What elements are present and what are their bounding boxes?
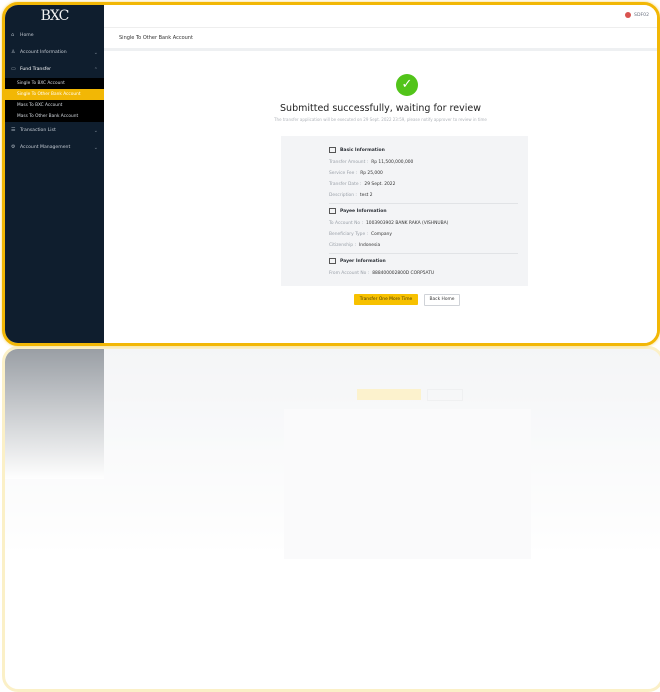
app-window: BXC ⌂ Home ♙ Account Information ⌄ ▭ Fun…	[2, 2, 660, 346]
user-menu[interactable]: SDF02	[625, 12, 649, 18]
page-title: Single To Other Bank Account	[119, 35, 193, 41]
sidebar-item-fund-transfer[interactable]: ▭ Fund Transfer ⌃	[5, 61, 104, 78]
sidebar-item-account-information[interactable]: ♙ Account Information ⌄	[5, 44, 104, 61]
chevron-down-icon: ⌄	[93, 144, 98, 151]
section-title: Payee Information	[340, 208, 387, 214]
sidebar-item-label: Account Management	[20, 145, 71, 150]
top-bar: SDF02	[104, 5, 657, 27]
reflection-button	[427, 389, 463, 401]
basic-info-heading: Basic Information	[329, 147, 385, 153]
detail-row-description: Description : test 2	[329, 193, 373, 198]
main-content: ✓ Submitted successfully, waiting for re…	[104, 51, 657, 343]
chevron-up-icon: ⌃	[93, 66, 98, 73]
detail-row-to-account: To Account No :1003903902 BANK RAKA (VIS…	[329, 221, 449, 226]
settings-icon: ⚙	[11, 144, 16, 150]
chevron-down-icon: ⌄	[93, 49, 98, 56]
detail-row-from-account: From Account No :888400002800D CORP5ATU	[329, 271, 435, 276]
sidebar-item-label: Account Information	[20, 50, 67, 55]
divider	[329, 203, 518, 204]
sidebar-item-home[interactable]: ⌂ Home	[5, 27, 104, 44]
result-headline: Submitted successfully, waiting for revi…	[280, 103, 481, 114]
section-title: Basic Information	[340, 147, 385, 153]
reflection-sidebar	[5, 349, 104, 479]
user-icon: ♙	[11, 49, 16, 55]
submenu-item-mass-to-other-bank[interactable]: Mass To Other Bank Account	[5, 111, 104, 122]
document-icon	[329, 208, 336, 214]
avatar	[625, 12, 632, 18]
chevron-down-icon: ⌄	[93, 127, 98, 134]
sidebar: BXC ⌂ Home ♙ Account Information ⌄ ▭ Fun…	[5, 5, 104, 343]
fund-transfer-submenu: Single To BXC Account Single To Other Ba…	[5, 78, 104, 122]
detail-row-transfer-date: Transfer Date :29 Sept. 2022	[329, 182, 396, 187]
payer-info-heading: Payer Information	[329, 258, 386, 264]
document-icon	[329, 258, 336, 264]
detail-row-citizenship: Citizenship : Indonesia	[329, 243, 381, 248]
divider	[329, 253, 518, 254]
home-icon: ⌂	[11, 32, 15, 38]
window-reflection	[2, 346, 660, 692]
section-title: Payer Information	[340, 258, 386, 264]
card-icon: ▭	[11, 66, 16, 72]
submenu-item-single-to-other-bank[interactable]: Single To Other Bank Account	[5, 89, 104, 100]
sidebar-item-label: Transaction List	[20, 128, 56, 133]
detail-row-beneficiary-type: Beneficiary Type : Company	[329, 232, 392, 237]
document-icon	[329, 147, 336, 153]
transfer-again-button[interactable]: Transfer One More Time	[354, 294, 418, 305]
brand-logo: BXC	[40, 8, 70, 24]
detail-row-transfer-amount: Transfer Amount : Rp 11,500,000,000	[329, 160, 414, 165]
back-home-button[interactable]: Back Home	[424, 294, 460, 306]
sidebar-item-label: Home	[20, 33, 34, 38]
user-name: SDF02	[634, 12, 649, 18]
detail-row-service-fee: Service Fee : Rp 25,000	[329, 171, 383, 176]
sidebar-item-transaction-list[interactable]: ☰ Transaction List ⌄	[5, 122, 104, 139]
success-check-icon: ✓	[396, 74, 418, 96]
transfer-summary-card: Basic Information Transfer Amount : Rp 11…	[281, 136, 528, 286]
reflection-button	[357, 389, 421, 400]
list-icon: ☰	[11, 127, 16, 133]
payee-info-heading: Payee Information	[329, 208, 387, 214]
sidebar-item-label: Fund Transfer	[20, 67, 52, 72]
sidebar-item-account-management[interactable]: ⚙ Account Management ⌄	[5, 139, 104, 156]
reflection-card	[284, 409, 531, 559]
submenu-item-mass-to-bxc[interactable]: Mass To BXC Account	[5, 100, 104, 111]
result-subline: The transfer application will be execute…	[274, 117, 487, 122]
submenu-item-single-to-bxc[interactable]: Single To BXC Account	[5, 78, 104, 89]
page-header: Single To Other Bank Account	[104, 27, 657, 52]
